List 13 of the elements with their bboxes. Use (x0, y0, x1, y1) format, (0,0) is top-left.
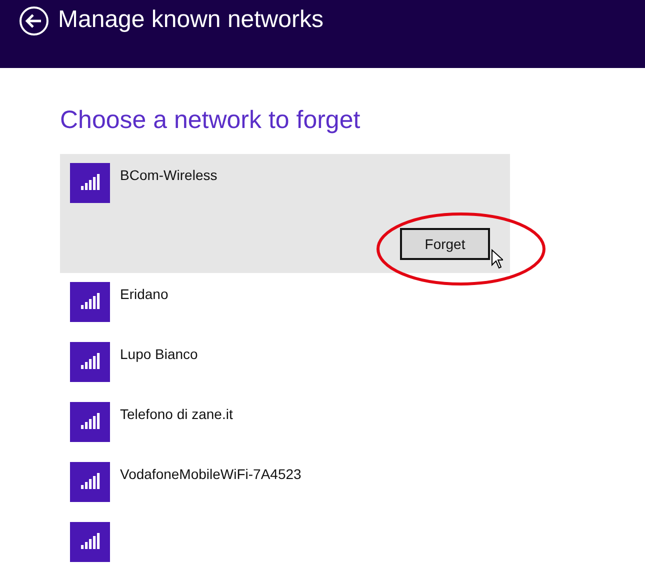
network-name: Lupo Bianco (120, 346, 198, 362)
network-name: Eridano (120, 286, 168, 302)
page-title: Manage known networks (58, 5, 324, 35)
network-item[interactable]: Eridano (60, 273, 510, 333)
network-item[interactable]: BCom-Wireless Forget (60, 154, 510, 273)
forget-button[interactable]: Forget (400, 228, 490, 260)
network-name: Telefono di zane.it (120, 406, 233, 422)
network-name: BCom-Wireless (120, 167, 218, 183)
network-item[interactable]: Telefono di zane.it (60, 393, 510, 453)
network-name: VodafoneMobileWiFi-7A4523 (120, 466, 302, 482)
network-item[interactable]: VodafoneMobileWiFi-7A4523 (60, 453, 510, 513)
section-heading: Choose a network to forget (60, 105, 362, 136)
network-item[interactable]: Lupo Bianco (60, 333, 510, 393)
